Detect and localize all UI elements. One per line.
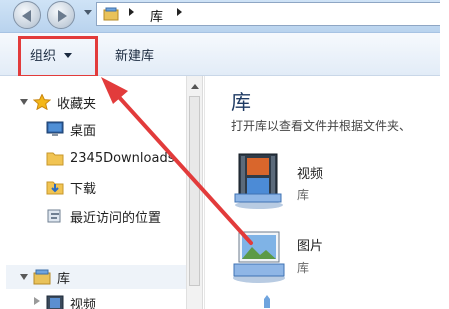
folder-icon — [46, 152, 64, 166]
breadcrumb-libraries[interactable]: 库 — [150, 6, 163, 25]
nav-item-label: 视频 — [70, 297, 97, 309]
new-library-label: 新建库 — [115, 49, 155, 64]
library-item-pictures-name[interactable]: 图片 — [297, 235, 323, 254]
nav-item-label: 最近访问的位置 — [70, 210, 162, 226]
video-library-icon — [46, 295, 64, 309]
videos-expander-icon[interactable] — [34, 297, 40, 305]
library-item-videos-type: 库 — [297, 188, 310, 202]
explorer-window: 库 组织 新建库 收藏夹 桌面 2345Downloads 下载 最近访问的位置… — [0, 0, 449, 309]
scrollbar-thumb[interactable] — [189, 96, 200, 286]
desktop-icon — [46, 121, 64, 136]
nav-item-2345downloads[interactable]: 2345Downloads — [46, 147, 174, 169]
address-bar[interactable]: 库 — [96, 2, 449, 26]
library-content-pane: 库 打开库以查看文件并根据文件夹、 视频 库 图片 库 — [204, 76, 441, 309]
picture-library-icon[interactable] — [231, 228, 287, 284]
library-item-pictures-type: 库 — [297, 261, 310, 275]
back-arrow-icon — [22, 10, 31, 22]
next-library-icon — [264, 295, 270, 308]
library-item-videos-name[interactable]: 视频 — [297, 163, 323, 182]
nav-libraries[interactable]: 库 — [33, 266, 70, 288]
window-edge — [440, 0, 449, 309]
library-icon — [103, 7, 119, 21]
nav-item-label: 2345Downloads — [70, 150, 175, 166]
forward-arrow-icon — [58, 10, 67, 22]
page-subtitle: 打开库以查看文件并根据文件夹、 — [231, 119, 412, 133]
nav-favorites[interactable]: 收藏夹 — [33, 91, 96, 113]
title-bar: 库 — [0, 0, 449, 33]
nav-item-downloads[interactable]: 下载 — [46, 176, 96, 198]
nav-item-label: 下载 — [70, 181, 97, 197]
navigation-scrollbar[interactable] — [186, 76, 203, 309]
breadcrumb-separator-icon[interactable] — [177, 8, 182, 16]
video-library-icon[interactable] — [233, 152, 285, 210]
recent-pages-dropdown-icon[interactable] — [84, 10, 92, 15]
libraries-expander-icon[interactable] — [20, 274, 28, 280]
library-icon — [33, 269, 51, 285]
forward-button[interactable] — [47, 1, 75, 29]
downloads-icon — [46, 181, 64, 195]
breadcrumb-separator-icon[interactable] — [129, 8, 134, 16]
page-title: 库 — [231, 90, 251, 114]
recent-places-icon — [47, 209, 61, 223]
nav-item-label: 桌面 — [70, 123, 97, 139]
nav-item-recent-places[interactable]: 最近访问的位置 — [46, 205, 161, 227]
libraries-label: 库 — [57, 271, 71, 287]
star-icon — [33, 94, 51, 110]
highlight-box — [18, 36, 98, 78]
new-library-button[interactable]: 新建库 — [115, 45, 154, 64]
back-button[interactable] — [13, 1, 41, 29]
favorites-expander-icon[interactable] — [20, 99, 28, 105]
scroll-up-icon[interactable] — [191, 84, 199, 89]
favorites-label: 收藏夹 — [57, 96, 97, 112]
nav-item-desktop[interactable]: 桌面 — [46, 118, 96, 140]
nav-item-videos[interactable]: 视频 — [46, 292, 96, 309]
